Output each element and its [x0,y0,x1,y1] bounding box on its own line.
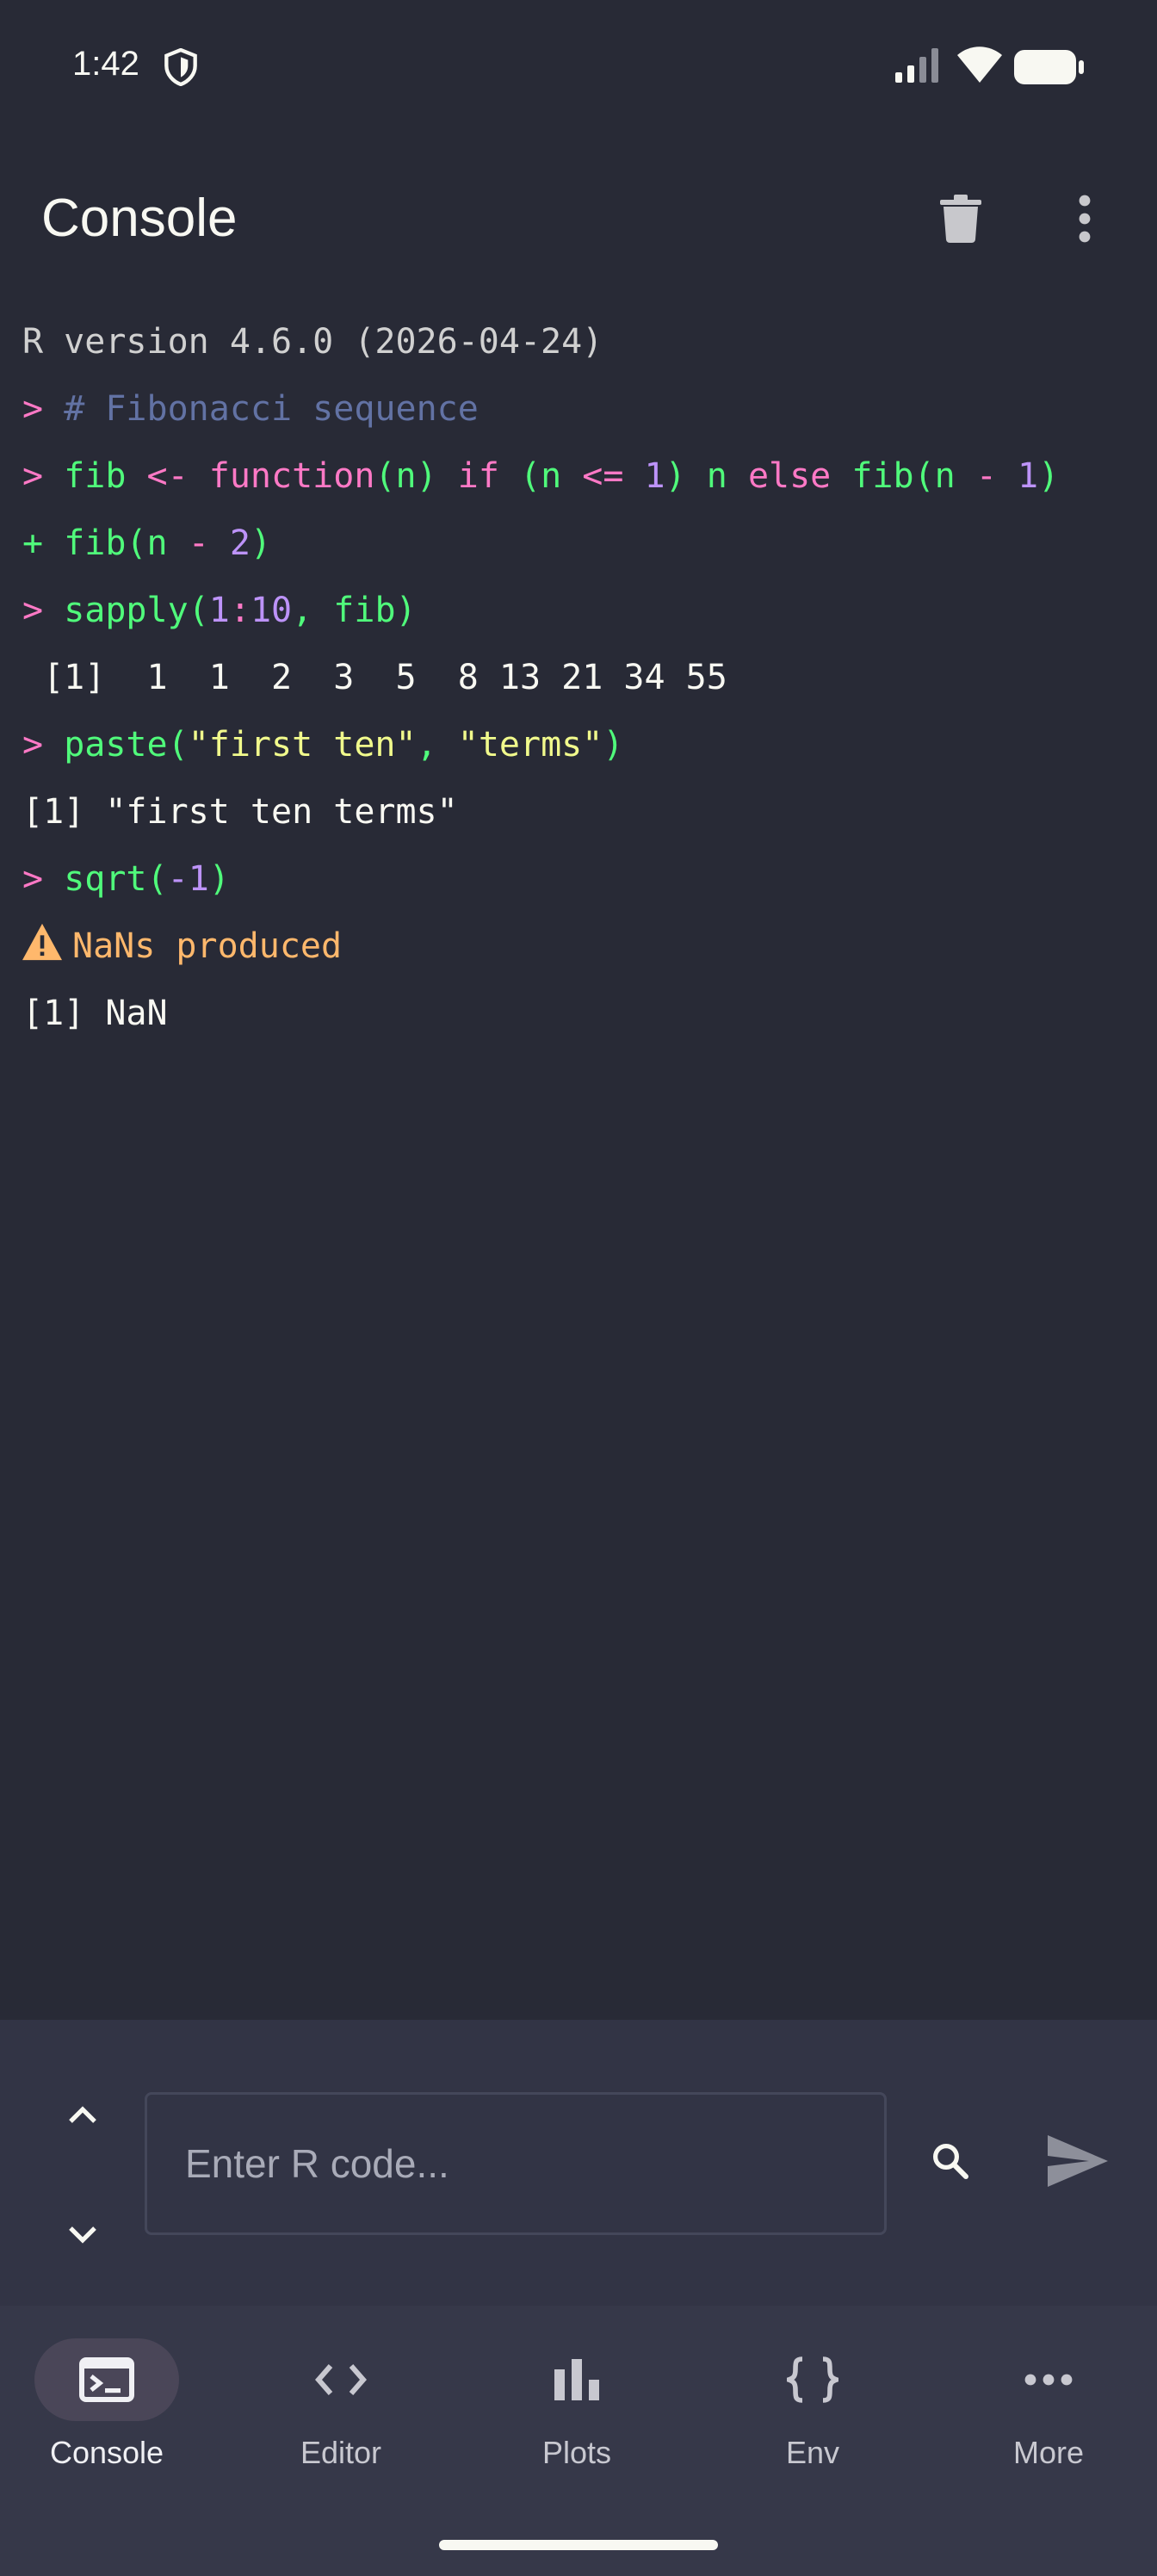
status-bar: 1:42 [0,0,1157,138]
nav-label: More [1012,2435,1085,2470]
terminal-icon [79,2357,134,2402]
search-icon [933,2144,968,2179]
code-token: sapply( [64,591,209,630]
code-token: ) [208,859,230,899]
signal-icon [895,48,938,83]
code-token: , fib) [292,591,417,630]
code-token: "first ten" [188,725,417,765]
nav-label: Env [785,2435,840,2470]
nav-label: Plots [541,2435,612,2470]
send-button[interactable] [1036,2120,1119,2202]
send-icon [1048,2135,1108,2187]
console-warning-line: NaNs produced [22,913,1142,980]
console-output-line: [1] NaN [22,994,168,1033]
braces-icon [787,2356,838,2403]
code-token: sqrt( [64,859,168,899]
history-previous-button[interactable] [52,2084,114,2146]
page-title: Console [41,189,238,248]
console-prompt: > [22,725,44,765]
nav-item-more[interactable]: More [954,2338,1143,2502]
console-input-line: > sapply(1:10, fib) [22,577,1142,644]
code-token: <- [126,456,209,496]
console-input-line: > # Fibonacci sequence [22,375,1142,443]
code-token: ) [250,523,272,563]
input-panel [0,2020,1157,2306]
nav-label: Editor [300,2435,382,2470]
code-token: 10 [250,591,293,630]
nav-item-console[interactable]: Console [12,2338,201,2502]
more-vert-icon [1079,195,1091,243]
console-continuation-prompt: + [22,523,44,563]
code-token: : [229,591,251,630]
nav-item-env[interactable]: Env [718,2338,907,2502]
code-token: fib(n [64,523,189,563]
console-prompt: > [22,859,44,899]
console-version-line: R version 4.6.0 (2026-04-24) [22,322,603,362]
trash-icon [940,195,981,243]
more-horiz-icon [1024,2374,1073,2386]
nav-active-indicator [34,2338,179,2421]
status-time: 1:42 [72,45,139,83]
code-token: , [416,725,458,765]
code-token: fib [64,456,127,496]
r-code-input[interactable] [145,2092,887,2235]
code-token: function [208,456,375,496]
bottom-navigation: Console Editor Plots Env More [0,2306,1157,2576]
console-input-line: > fib <- function(n) if (n <= 1) n else … [22,443,1142,510]
code-token: ) [1038,456,1060,496]
console-prompt: > [22,389,44,429]
code-token: <= [582,456,624,496]
battery-icon [1014,50,1084,84]
app-bar: Console [0,155,1157,284]
code-token: 1 [208,591,230,630]
code-token: 1 [1018,456,1039,496]
shield-icon [164,48,197,86]
bar-chart-icon [554,2359,599,2400]
console-output: R version 4.6.0 (2026-04-24) > # Fibonac… [22,308,1142,1987]
code-token: 1 [644,456,665,496]
wifi-icon [957,46,1002,83]
code-icon [315,2364,367,2395]
code-token: (n) [374,456,458,496]
console-input-line: > paste("first ten", "terms") [22,711,1142,778]
console-continuation-line: + fib(n - 2) [22,510,1142,577]
nav-icon-wrap [269,2338,413,2421]
code-token: -1 [167,859,209,899]
nav-item-plots[interactable]: Plots [482,2338,671,2502]
code-token: if [457,456,499,496]
overflow-menu-button[interactable] [1043,177,1126,260]
code-token: else [747,456,832,496]
console-input-line: > sqrt(-1) [22,845,1142,913]
warning-icon [22,923,62,961]
clear-console-button[interactable] [919,177,1002,260]
code-token: 2 [229,523,251,563]
console-prompt: > [22,456,44,496]
code-comment: # Fibonacci sequence [64,389,479,429]
code-token: ) [603,725,624,765]
search-button[interactable] [916,2127,985,2195]
code-token: ) n [665,456,748,496]
console-prompt: > [22,591,44,630]
console-output-line: [1] 1 1 2 3 5 8 13 21 34 55 [22,658,727,697]
chevron-up-icon [69,2106,96,2123]
history-next-button[interactable] [52,2204,114,2266]
code-token: - [975,456,997,496]
nav-icon-wrap [504,2338,649,2421]
warning-text: NaNs produced [72,926,343,966]
nav-icon-wrap [976,2338,1121,2421]
code-token: fib(n [831,456,976,496]
code-token: "terms" [457,725,603,765]
nav-item-editor[interactable]: Editor [246,2338,436,2502]
home-indicator[interactable] [439,2540,718,2550]
nav-icon-wrap [740,2338,885,2421]
chevron-down-icon [69,2226,96,2244]
nav-label: Console [49,2435,164,2470]
code-token: - [188,523,209,563]
console-output-line: [1] "first ten terms" [22,792,458,832]
code-token: (n [498,456,583,496]
code-token: paste( [64,725,189,765]
